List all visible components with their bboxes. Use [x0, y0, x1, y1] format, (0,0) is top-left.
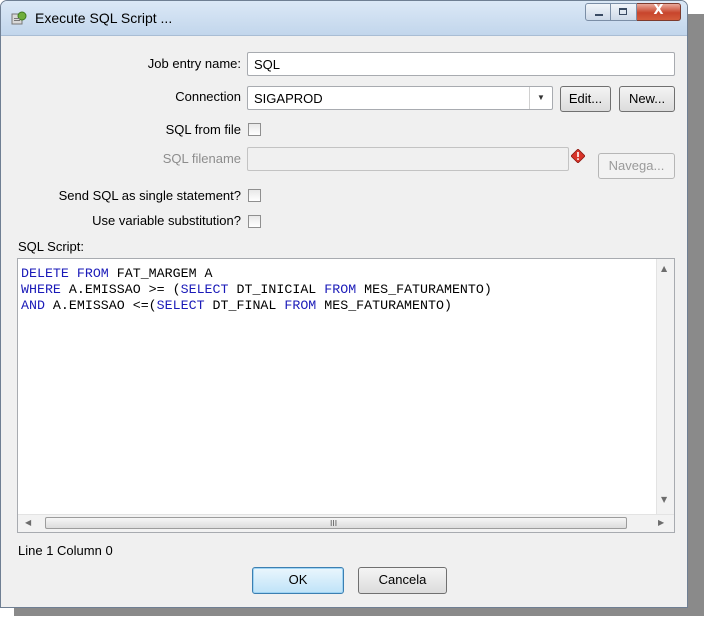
code-keyword: AND — [21, 298, 45, 313]
code-text: FAT_MARGEM A — [108, 266, 213, 281]
maximize-icon — [619, 8, 627, 15]
sql-script-icon — [11, 11, 27, 25]
cursor-position-status: Line 1 Column 0 — [18, 543, 113, 558]
scroll-left-icon[interactable]: ◀ — [25, 518, 31, 527]
code-line-1: DELETE FROM FAT_MARGEM A — [21, 266, 492, 282]
single-statement-checkbox[interactable] — [248, 189, 261, 202]
code-keyword: SELECT — [180, 282, 229, 297]
code-keyword: FROM — [284, 298, 317, 313]
warning-icon — [571, 149, 585, 163]
code-text: DT_INICIAL — [228, 282, 325, 297]
horizontal-scrollbar[interactable]: ◀ III ▶ — [18, 514, 674, 532]
code-keyword: SELECT — [156, 298, 205, 313]
variable-substitution-label: Use variable substitution? — [92, 213, 241, 228]
title-bar[interactable]: Execute SQL Script ... X — [1, 1, 687, 36]
ok-button[interactable]: OK — [252, 567, 344, 594]
close-button[interactable]: X — [637, 3, 681, 21]
code-text: A.EMISSAO >= ( — [60, 282, 181, 297]
connection-label: Connection — [175, 89, 241, 104]
single-statement-label: Send SQL as single statement? — [58, 188, 241, 203]
window-title: Execute SQL Script ... — [35, 10, 173, 26]
minimize-icon — [595, 14, 603, 16]
job-entry-name-label: Job entry name: — [147, 56, 241, 71]
dialog-window: Execute SQL Script ... X Job entry name:… — [0, 0, 688, 608]
edit-connection-button[interactable]: Edit... — [560, 86, 611, 112]
minimize-button[interactable] — [585, 3, 611, 21]
sql-filename-label: SQL filename — [162, 151, 241, 166]
job-entry-name-input[interactable]: SQL — [247, 52, 675, 76]
code-keyword: DELETE FROM — [21, 266, 109, 281]
scroll-right-icon[interactable]: ▶ — [658, 518, 664, 527]
chevron-down-icon[interactable]: ▼ — [529, 87, 552, 109]
scroll-down-icon[interactable]: ▼ — [661, 495, 667, 504]
cancel-button[interactable]: Cancela — [358, 567, 447, 594]
sql-script-editor[interactable]: DELETE FROM FAT_MARGEM A WHERE A.EMISSAO … — [17, 258, 675, 533]
code-keyword: FROM — [324, 282, 357, 297]
sql-script-label: SQL Script: — [18, 239, 84, 254]
code-text: MES_FATURAMENTO) — [316, 298, 452, 313]
code-text: A.EMISSAO <=( — [44, 298, 157, 313]
vertical-scrollbar[interactable]: ▲ ▼ — [656, 259, 674, 515]
sql-from-file-checkbox[interactable] — [248, 123, 261, 136]
connection-select[interactable]: SIGAPROD ▼ — [247, 86, 553, 110]
scroll-grip-icon: III — [330, 519, 338, 528]
sql-filename-input[interactable] — [247, 147, 569, 171]
connection-value: SIGAPROD — [254, 91, 323, 106]
code-line-2: WHERE A.EMISSAO >= (SELECT DT_INICIAL FR… — [21, 282, 492, 298]
horizontal-scroll-thumb[interactable]: III — [45, 517, 627, 529]
maximize-button[interactable] — [611, 3, 637, 21]
scroll-up-icon[interactable]: ▲ — [661, 264, 667, 273]
code-text: DT_FINAL — [204, 298, 285, 313]
new-connection-button[interactable]: New... — [619, 86, 675, 112]
code-line-3: AND A.EMISSAO <=(SELECT DT_FINAL FROM ME… — [21, 298, 492, 314]
close-icon: X — [653, 3, 664, 18]
sql-code[interactable]: DELETE FROM FAT_MARGEM A WHERE A.EMISSAO … — [21, 266, 492, 314]
window-controls: X — [585, 3, 681, 21]
code-text: MES_FATURAMENTO) — [356, 282, 492, 297]
code-keyword: WHERE — [21, 282, 61, 297]
browse-file-button[interactable]: Navega... — [598, 153, 675, 179]
variable-substitution-checkbox[interactable] — [248, 215, 261, 228]
sql-from-file-label: SQL from file — [165, 122, 241, 137]
